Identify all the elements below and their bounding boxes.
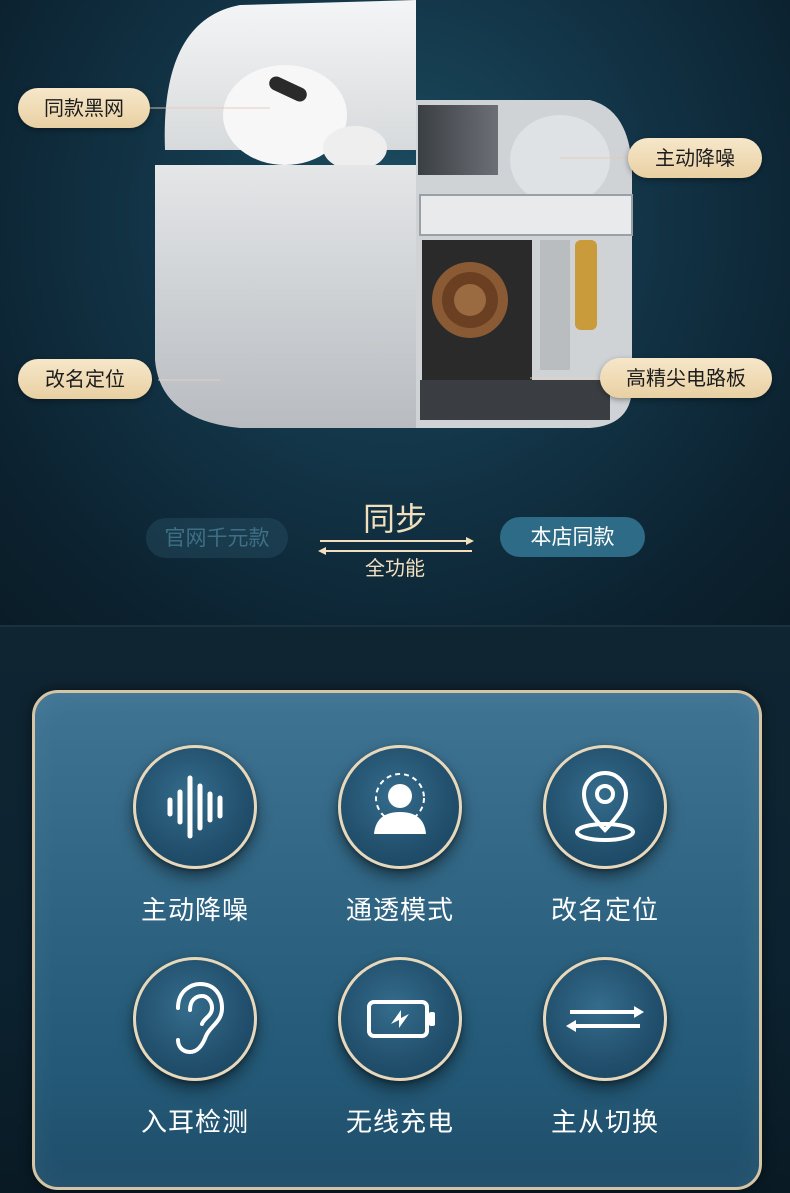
sync-title: 同步 <box>362 500 427 538</box>
battery-charging-icon <box>338 957 462 1081</box>
location-pin-icon <box>543 745 667 869</box>
feature-label: 通透模式 <box>345 896 454 926</box>
callout-circuit-board: 高精尖电路板 <box>600 358 772 398</box>
official-model-pill: 官网千元款 <box>146 518 288 558</box>
feature-label: 改名定位 <box>550 896 659 926</box>
callout-noise-cancel: 主动降噪 <box>628 138 762 178</box>
person-icon <box>338 745 462 869</box>
callout-black-mesh: 同款黑网 <box>18 88 150 128</box>
store-model-pill: 本店同款 <box>500 517 645 557</box>
feature-label: 无线充电 <box>345 1108 454 1138</box>
hero-section: 同款黑网 主动降噪 改名定位 高精尖电路板 官网千元款 同步 全功能 本店同款 <box>0 0 790 625</box>
waveform-icon <box>133 745 257 869</box>
ear-icon <box>133 957 257 1081</box>
sync-subtitle: 全功能 <box>365 556 425 580</box>
feature-label: 主动降噪 <box>140 896 249 926</box>
callout-rename-locate: 改名定位 <box>18 359 152 399</box>
feature-label: 入耳检测 <box>140 1108 249 1138</box>
swap-arrows-icon <box>543 957 667 1081</box>
features-panel: 主动降噪 通透模式 改名定位 入耳检测 无线充电 主从切换 <box>32 690 762 1190</box>
feature-label: 主从切换 <box>550 1108 659 1138</box>
